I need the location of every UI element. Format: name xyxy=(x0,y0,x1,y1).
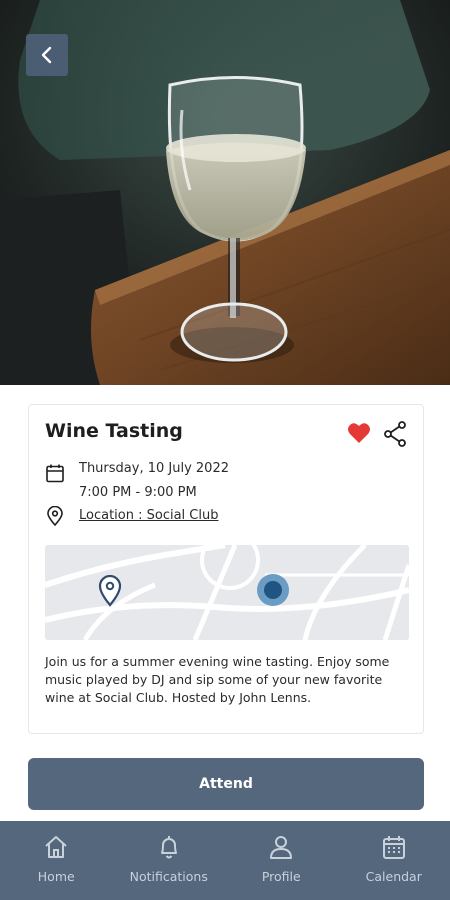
nav-label-profile: Profile xyxy=(261,869,301,884)
share-icon[interactable] xyxy=(383,421,407,447)
event-details-card: Wine Tasting Thursday, 10 July 2022 7:00… xyxy=(28,404,424,734)
nav-item-home[interactable]: Home xyxy=(0,821,113,900)
user-icon xyxy=(270,836,293,859)
bell-icon xyxy=(160,836,177,859)
nav-item-calendar[interactable]: Calendar xyxy=(338,821,450,900)
home-icon xyxy=(45,836,67,858)
event-location-link[interactable]: Location : Social Club xyxy=(79,508,218,523)
event-map[interactable] xyxy=(45,545,409,640)
calendar-icon xyxy=(46,464,64,483)
event-title: Wine Tasting xyxy=(45,420,183,442)
heart-icon[interactable] xyxy=(347,422,371,444)
map-marker-icon xyxy=(98,575,122,607)
back-button[interactable] xyxy=(26,34,68,76)
attend-button[interactable]: Attend xyxy=(28,758,424,810)
current-location-dot-icon xyxy=(257,574,289,606)
nav-item-profile[interactable]: Profile xyxy=(225,821,338,900)
event-hero-image xyxy=(0,0,450,385)
calendar-icon xyxy=(382,836,405,859)
nav-item-notifications[interactable]: Notifications xyxy=(113,821,226,900)
chevron-left-icon xyxy=(41,46,52,64)
nav-label-home: Home xyxy=(37,869,75,884)
event-date: Thursday, 10 July 2022 xyxy=(79,461,229,476)
bottom-navigation: Home Notifications Profile Calendar xyxy=(0,821,450,900)
event-description: Join us for a summer evening wine tastin… xyxy=(45,654,390,705)
nav-label-notifications: Notifications xyxy=(129,869,208,884)
location-pin-icon xyxy=(47,506,63,526)
event-time: 7:00 PM - 9:00 PM xyxy=(79,485,197,500)
nav-label-calendar: Calendar xyxy=(365,869,422,884)
